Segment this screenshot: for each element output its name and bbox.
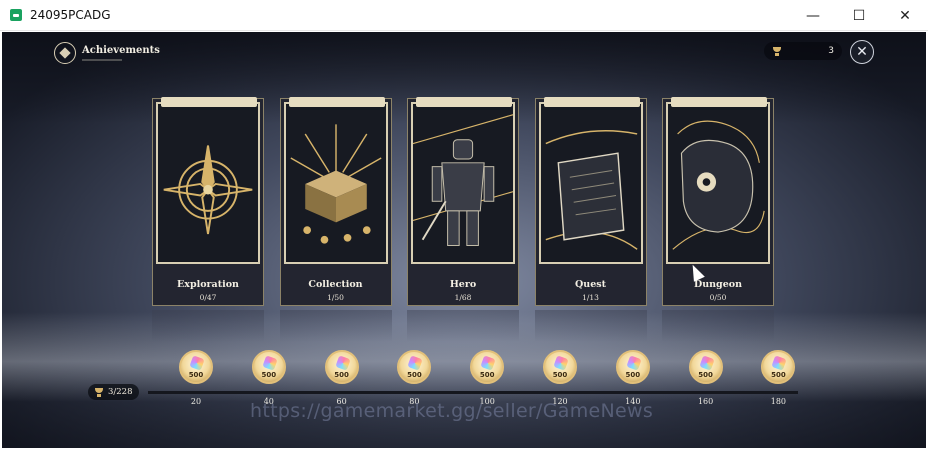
page-header: Achievements	[54, 42, 160, 64]
achievement-card-hero[interactable]: Hero 1/68	[407, 97, 519, 306]
window-title: 24095PCADG	[30, 8, 111, 22]
achievement-points: 3/228	[88, 384, 139, 400]
trophy-counter: 3	[764, 42, 842, 60]
achievement-card-collection[interactable]: Collection 1/50	[279, 97, 392, 306]
card-banner	[416, 97, 512, 107]
page-title: Achievements	[82, 45, 160, 56]
milestone-40[interactable]: 500 40	[249, 350, 289, 406]
trophy-icon	[772, 46, 782, 56]
achievement-emblem-icon	[54, 42, 76, 64]
card-reflection	[152, 310, 264, 342]
gem-icon	[698, 355, 715, 371]
milestone-threshold: 180	[770, 397, 787, 406]
watermark: https://gamemarket.gg/seller/GameNews	[250, 400, 654, 422]
achievement-card-exploration[interactable]: Exploration 0/47	[152, 97, 264, 306]
gem-reward-icon: 500	[397, 350, 432, 384]
card-progress: 0/50	[709, 293, 727, 302]
card-reflection	[279, 310, 392, 342]
milestone-100[interactable]: 500 100	[467, 350, 507, 406]
milestone-threshold: 20	[190, 397, 202, 406]
maximize-button[interactable]: ☐	[836, 0, 882, 31]
trophy-count: 3	[828, 46, 834, 56]
card-progress: 1/50	[327, 293, 344, 302]
reward-amount: 500	[625, 371, 641, 379]
gem-reward-icon: 500	[615, 350, 650, 384]
reward-amount: 500	[407, 371, 422, 379]
milestone-180[interactable]: 500 180	[758, 350, 798, 406]
gem-icon	[262, 355, 278, 371]
reward-amount: 500	[188, 371, 204, 379]
gem-icon	[480, 355, 496, 371]
card-reflection	[662, 310, 774, 342]
card-banner	[671, 97, 767, 107]
window-close-button[interactable]: ✕	[882, 0, 928, 31]
app-icon	[10, 9, 22, 21]
gem-reward-icon: 500	[251, 350, 286, 384]
card-name: Collection	[308, 279, 363, 290]
knight-illustration	[411, 102, 515, 264]
reward-amount: 500	[698, 371, 713, 379]
card-progress: 0/47	[199, 293, 217, 302]
reward-amount: 500	[261, 371, 277, 379]
card-name: Dungeon	[694, 279, 742, 290]
points-value: 3/228	[108, 387, 133, 397]
window-titlebar: 24095PCADG — ☐ ✕	[0, 0, 928, 31]
achievement-card-quest[interactable]: Quest 1/13	[534, 97, 647, 306]
reward-amount: 500	[552, 371, 568, 379]
card-banner	[543, 97, 640, 107]
gem-reward-icon: 500	[470, 350, 505, 384]
close-button[interactable]: ✕	[850, 40, 874, 64]
achievement-card-dungeon[interactable]: Dungeon 0/50	[662, 97, 774, 306]
card-reflection	[407, 310, 519, 342]
milestone-80[interactable]: 500 80	[394, 350, 434, 406]
window-controls: — ☐ ✕	[790, 0, 928, 31]
trophy-icon	[94, 387, 104, 397]
card-reflection	[534, 310, 647, 342]
card-banner	[161, 97, 257, 107]
achievements-screen: Achievements 3 ✕ Exploration 0/47 Collecti…	[2, 32, 926, 448]
milestone-120[interactable]: 500 120	[540, 350, 580, 406]
milestone-160[interactable]: 500 160	[686, 350, 726, 406]
gem-reward-icon: 500	[688, 350, 723, 384]
scroll-illustration	[538, 102, 643, 264]
chest-illustration	[283, 102, 388, 264]
milestone-threshold: 160	[697, 397, 714, 406]
card-progress: 1/13	[582, 293, 599, 302]
gem-icon	[189, 355, 205, 371]
milestone-20[interactable]: 500 20	[176, 350, 216, 406]
gem-icon	[407, 355, 424, 371]
gem-reward-icon: 500	[324, 350, 359, 384]
reward-amount: 500	[334, 371, 349, 379]
gem-reward-icon: 500	[761, 350, 796, 384]
gem-icon	[334, 355, 351, 371]
reward-amount: 500	[479, 371, 495, 379]
gem-icon	[626, 355, 642, 371]
gem-icon	[553, 355, 569, 371]
card-progress: 1/68	[454, 293, 472, 302]
gem-reward-icon: 500	[543, 350, 577, 384]
card-name: Exploration	[177, 279, 239, 290]
gem-icon	[771, 355, 788, 371]
compass-illustration	[156, 102, 260, 264]
card-name: Hero	[449, 279, 477, 290]
gem-reward-icon: 500	[179, 350, 213, 384]
minimize-button[interactable]: —	[790, 0, 836, 31]
milestone-140[interactable]: 500 140	[613, 350, 653, 406]
card-name: Quest	[575, 279, 606, 290]
page-subtitle-ornament	[82, 59, 122, 61]
reward-amount: 500	[771, 371, 786, 379]
beast-illustration	[666, 102, 770, 264]
card-banner	[288, 97, 385, 107]
milestone-60[interactable]: 500 60	[322, 350, 362, 406]
